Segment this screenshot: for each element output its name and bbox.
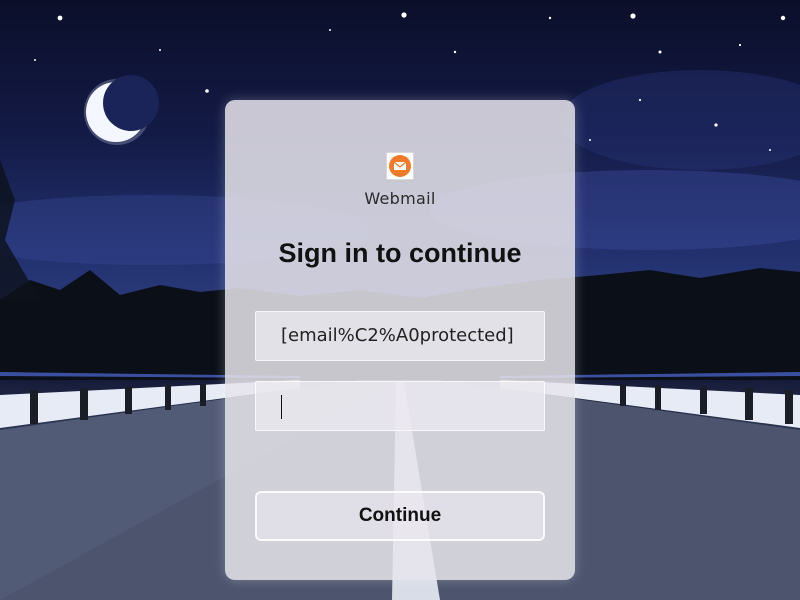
password-field[interactable] bbox=[255, 381, 545, 431]
continue-button[interactable]: Continue bbox=[255, 491, 545, 541]
email-field[interactable]: [email%C2%A0protected] bbox=[255, 311, 545, 361]
login-card: Webmail Sign in to continue [email%C2%A0… bbox=[225, 100, 575, 580]
brand-name: Webmail bbox=[364, 189, 436, 208]
envelope-icon bbox=[386, 152, 414, 180]
text-cursor bbox=[281, 395, 282, 419]
page-title: Sign in to continue bbox=[278, 238, 522, 268]
